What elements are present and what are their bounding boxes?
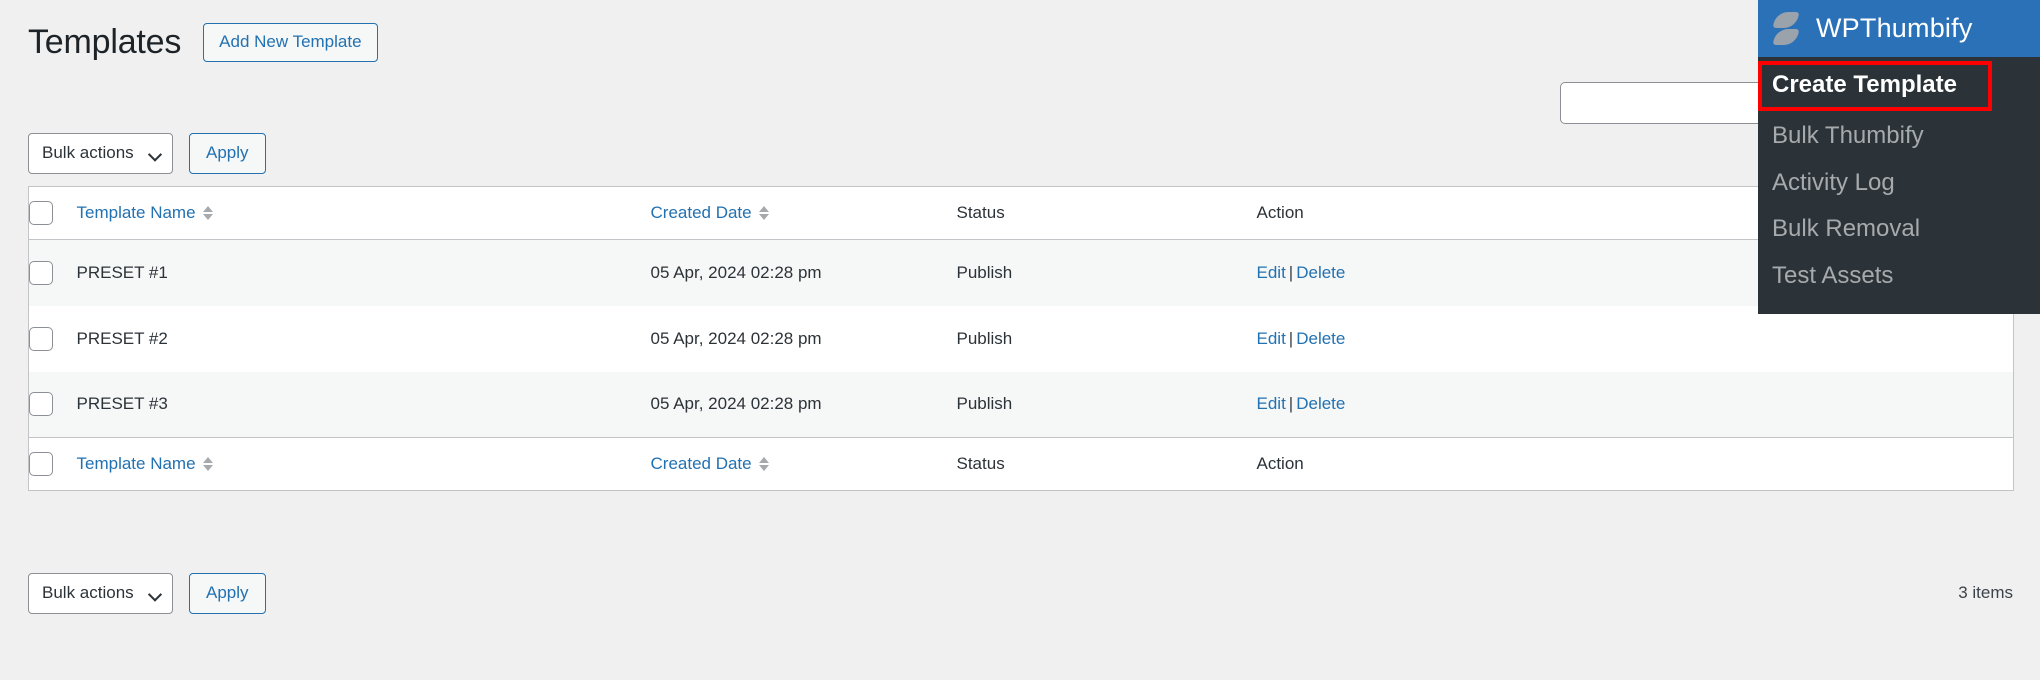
table-header-row: Template Name Created Date Status Action [28,186,2014,240]
sort-created-date-bottom[interactable]: Created Date [651,454,769,474]
cell-template-name: PRESET #1 [76,262,168,282]
bulk-actions-bar-bottom: Bulk actions Apply [28,573,266,615]
wpthumbify-menu: Create Template Bulk Thumbify Activity L… [1758,57,2040,314]
cell-status: Publish [956,394,1013,414]
items-count: 3 items [1958,583,2013,602]
page-header: Templates Add New Template [28,22,378,63]
table-row: PRESET #2 05 Apr, 2024 02:28 pm Publish … [28,305,2014,372]
sort-created-date-top[interactable]: Created Date [651,203,769,223]
bulk-actions-bar-top: Bulk actions Apply [28,133,266,175]
bulk-actions-select-wrap-top[interactable]: Bulk actions [28,133,173,175]
menu-item-bulk-removal[interactable]: Bulk Removal [1758,206,2040,253]
menu-item-bulk-thumbify[interactable]: Bulk Thumbify [1758,113,2040,160]
column-header-created-date-top: Created Date [650,186,957,240]
edit-link[interactable]: Edit [1257,394,1286,413]
cell-status: Publish [956,262,1013,282]
sort-template-name-bottom[interactable]: Template Name [77,454,213,474]
select-all-header-top [28,186,77,240]
cell-template-name: PRESET #3 [76,394,168,414]
edit-link[interactable]: Edit [1257,329,1286,348]
apply-button-top[interactable]: Apply [189,133,266,175]
column-label-created-date: Created Date [650,203,752,222]
column-label-created-date: Created Date [650,454,752,473]
templates-table: Template Name Created Date Status Action… [28,186,2014,491]
cell-created-date: 05 Apr, 2024 02:28 pm [650,328,822,348]
delete-link[interactable]: Delete [1296,329,1345,348]
apply-button-bottom[interactable]: Apply [189,573,266,615]
select-all-header-bottom [28,437,77,491]
action-separator: | [1288,328,1294,348]
wpthumbify-brand-title: WPThumbify [1816,13,1973,43]
row-checkbox[interactable] [29,260,53,285]
table-foot: Template Name Created Date Status Action [28,437,2014,491]
table-head: Template Name Created Date Status Action [28,186,2014,240]
select-all-checkbox-bottom[interactable] [29,452,53,476]
edit-link[interactable]: Edit [1257,263,1286,282]
add-new-template-button[interactable]: Add New Template [203,22,378,63]
action-separator: | [1288,262,1294,282]
bulk-actions-select-top[interactable]: Bulk actions [28,133,173,175]
wpthumbify-panel: WPThumbify Create Template Bulk Thumbify… [1758,0,2040,314]
column-header-created-date-bottom: Created Date [650,437,957,491]
row-checkbox-cell [29,240,77,306]
page-title: Templates [28,23,182,61]
row-checkbox-cell [29,372,77,438]
menu-item-create-template[interactable]: Create Template [1758,61,1992,111]
sort-arrows-icon [202,457,213,471]
wpthumbify-brand-bar: WPThumbify [1758,0,2040,57]
sort-arrows-icon [758,457,769,471]
cell-status: Publish [956,328,1013,348]
delete-link[interactable]: Delete [1296,394,1345,413]
column-header-template-name-bottom: Template Name [76,437,651,491]
table-row: PRESET #3 05 Apr, 2024 02:28 pm Publish … [28,371,2014,438]
row-checkbox[interactable] [29,326,53,351]
bulk-actions-select-wrap-bottom[interactable]: Bulk actions [28,573,173,615]
menu-item-activity-log[interactable]: Activity Log [1758,160,2040,207]
row-checkbox-cell [29,306,77,372]
row-checkbox[interactable] [29,392,53,417]
column-header-template-name-top: Template Name [76,186,651,240]
table-row: PRESET #1 05 Apr, 2024 02:28 pm Publish … [28,239,2014,306]
sort-arrows-icon [202,206,213,220]
select-all-checkbox-top[interactable] [29,201,53,225]
bulk-actions-select-bottom[interactable]: Bulk actions [28,573,173,615]
sort-template-name-top[interactable]: Template Name [77,203,213,223]
sort-arrows-icon [758,206,769,220]
cell-template-name: PRESET #2 [76,328,168,348]
column-header-status-top: Status [956,186,1257,240]
delete-link[interactable]: Delete [1296,263,1345,282]
column-header-status-bottom: Status [956,437,1257,491]
table-body: PRESET #1 05 Apr, 2024 02:28 pm Publish … [28,239,2014,438]
column-header-action-bottom: Action [1256,437,2014,491]
cell-created-date: 05 Apr, 2024 02:28 pm [650,394,822,414]
column-label-template-name: Template Name [76,454,196,473]
wpthumbify-logo-icon [1772,11,1800,46]
cell-action: Edit | Delete [1257,372,2014,438]
menu-item-test-assets[interactable]: Test Assets [1758,253,2040,300]
table-footer-row: Template Name Created Date Status Action [28,437,2014,491]
column-label-template-name: Template Name [76,203,196,222]
cell-created-date: 05 Apr, 2024 02:28 pm [650,262,822,282]
cell-action: Edit | Delete [1257,306,2014,372]
action-separator: | [1288,394,1294,414]
